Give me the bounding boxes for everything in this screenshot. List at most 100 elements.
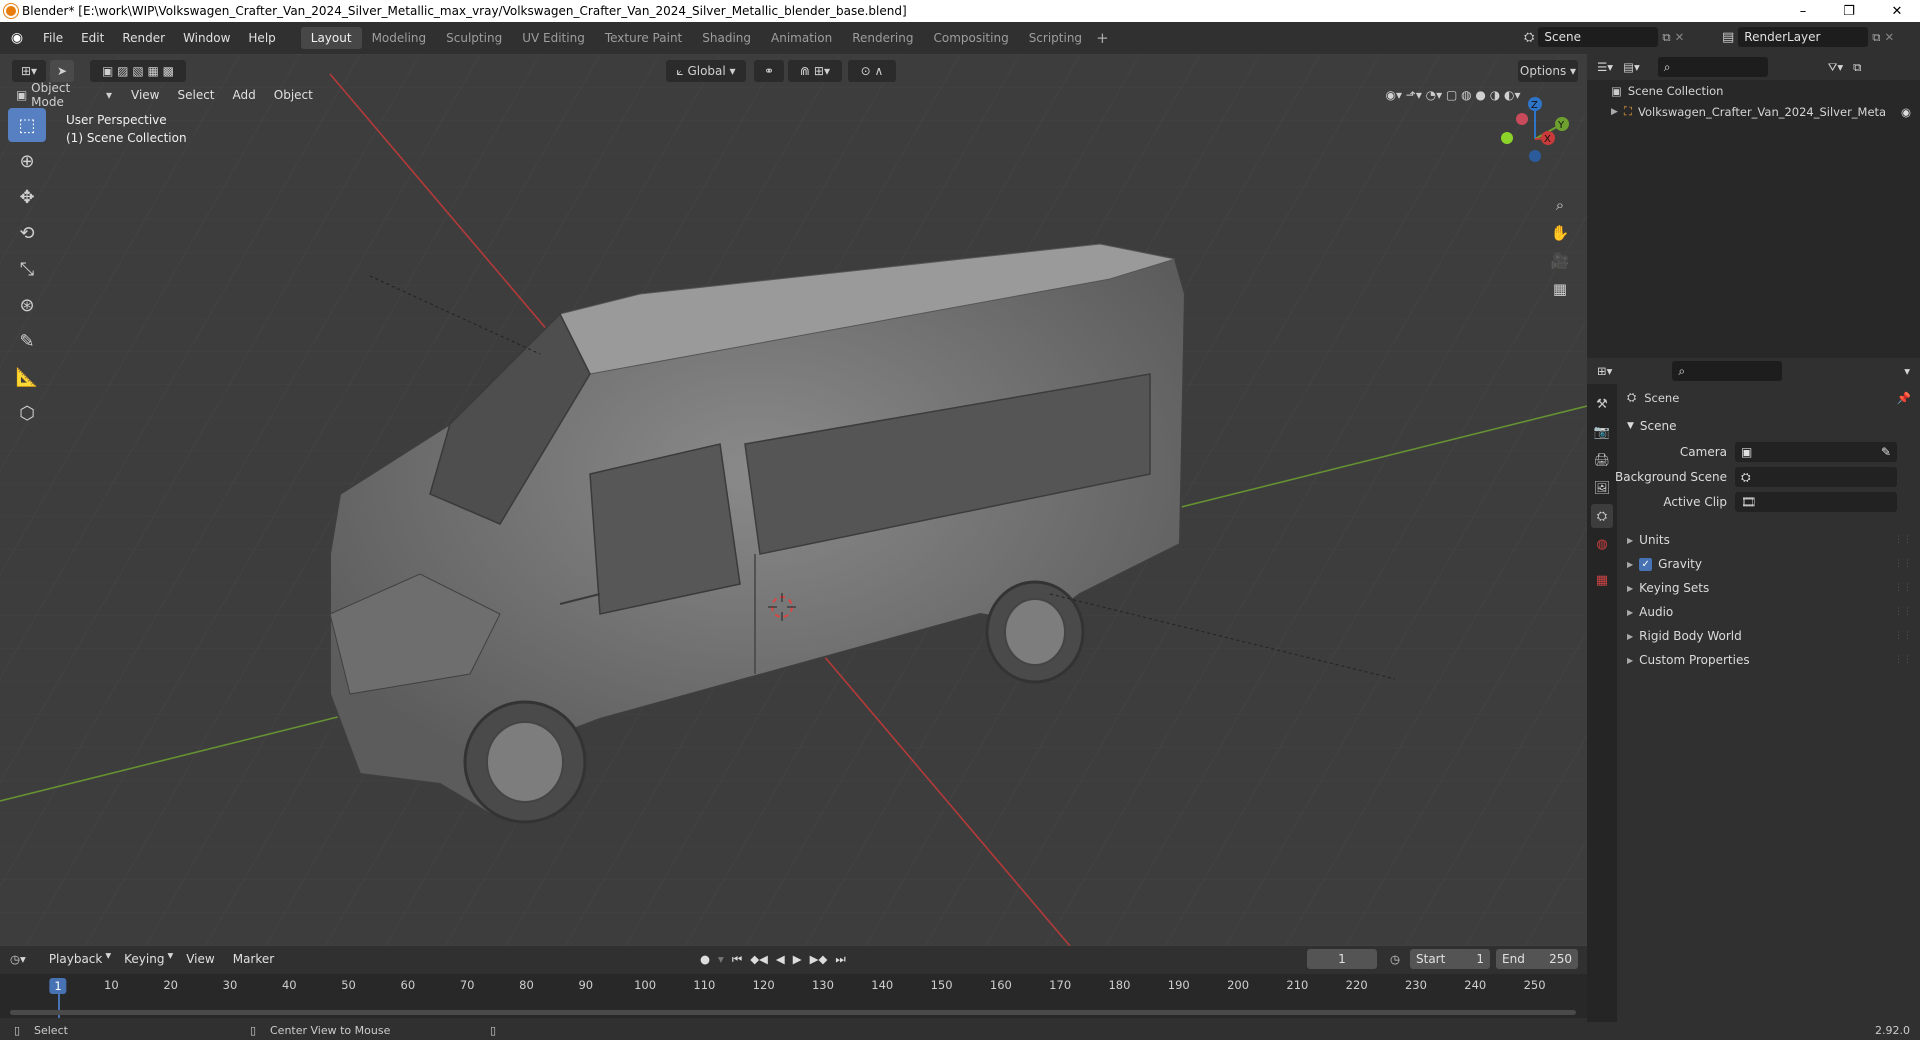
measure-tool[interactable]: 📐 [8, 360, 46, 394]
pan-hand-icon[interactable]: ✋ [1546, 219, 1574, 247]
drag-handle-icon[interactable]: ⋮⋮ [1894, 607, 1912, 617]
camera-view-icon[interactable]: 🎥 [1546, 247, 1574, 275]
record-icon[interactable]: ● [700, 952, 710, 966]
workspace-tab-shading[interactable]: Shading [692, 27, 761, 49]
timeline[interactable]: ◷▾ Playback ▾ Keying ▾ View Marker ● ▾ ⏮ ◆◀ ◀… [0, 946, 1587, 1026]
play-icon[interactable]: ▶ [793, 952, 802, 966]
properties-search-input[interactable]: ⌕ [1672, 361, 1783, 381]
eye-visibility-icon[interactable]: ◉ [1901, 105, 1911, 119]
current-frame-field[interactable]: 1 [1307, 949, 1377, 969]
workspace-tab-sculpting[interactable]: Sculpting [436, 27, 512, 49]
ortho-grid-icon[interactable]: ▦ [1546, 275, 1574, 303]
remove-renderlayer-icon[interactable]: ✕ [1885, 30, 1895, 44]
zoom-icon[interactable]: ⌕ [1546, 191, 1574, 219]
display-mode-icon[interactable]: ▤▾ [1623, 60, 1640, 74]
chevron-down-icon[interactable]: ▾ [718, 952, 724, 966]
options-dropdown[interactable]: Options ▾ [1518, 60, 1578, 82]
scene-field[interactable]: Scene [1538, 27, 1659, 47]
minimize-button[interactable]: – [1780, 0, 1826, 22]
background-scene-field[interactable]: ⛭ [1735, 467, 1897, 487]
pivot-point-button[interactable]: ⚭ [754, 60, 784, 82]
snap-button[interactable]: ⋒ ⊞▾ [788, 60, 842, 82]
workspace-tab-uv-editing[interactable]: UV Editing [512, 27, 595, 49]
drag-handle-icon[interactable]: ⋮⋮ [1894, 559, 1912, 569]
timeline-scrollbar[interactable] [10, 1010, 1576, 1015]
timeline-menu-playback[interactable]: Playback [40, 948, 112, 970]
scene-icon[interactable]: ⛭ [1524, 30, 1534, 45]
clock-editor-icon[interactable]: ◷▾ [10, 952, 26, 966]
drag-handle-icon[interactable]: ⋮⋮ [1894, 655, 1912, 665]
filter-icon[interactable]: ⛛▾ [1828, 60, 1843, 75]
blender-menu-icon[interactable]: ◉ [0, 30, 34, 46]
menu-edit[interactable]: Edit [72, 25, 113, 51]
remove-scene-icon[interactable]: ✕ [1675, 30, 1685, 44]
camera-field[interactable]: ▣ ✎ [1735, 442, 1897, 462]
jump-end-icon[interactable]: ⏭ [835, 952, 845, 967]
outliner-search-input[interactable]: ⌕ [1657, 57, 1768, 77]
editor-type-button[interactable]: ⊞▾ [12, 60, 46, 82]
play-reverse-icon[interactable]: ◀ [776, 952, 785, 966]
viewport-menu-add[interactable]: Add [224, 84, 265, 106]
close-button[interactable]: ✕ [1874, 0, 1920, 22]
outliner-item[interactable]: ▶ ⛶ Volkswagen_Crafter_Van_2024_Silver_M… [1611, 104, 1911, 119]
drag-handle-icon[interactable]: ⋮⋮ [1894, 583, 1912, 593]
workspace-tab-scripting[interactable]: Scripting [1019, 27, 1092, 49]
expand-arrow-icon[interactable]: ▶ [1611, 107, 1618, 117]
section-audio[interactable]: ▶ Audio ⋮⋮ [1587, 600, 1920, 624]
maximize-button[interactable]: ❐ [1826, 0, 1872, 22]
workspace-tab-texture-paint[interactable]: Texture Paint [595, 27, 692, 49]
drag-handle-icon[interactable]: ⋮⋮ [1894, 631, 1912, 641]
add-cube-tool[interactable]: ⬡ [8, 396, 46, 430]
timeline-menu-marker[interactable]: Marker [224, 948, 283, 970]
outliner-editor-icon[interactable]: ☰▾ [1597, 60, 1613, 74]
viewport-menu-object[interactable]: Object [265, 84, 322, 106]
select-box-tool[interactable]: ⬚ [8, 108, 46, 142]
section-units[interactable]: ▶ Units ⋮⋮ [1587, 528, 1920, 552]
3d-viewport[interactable]: ⊞▾ ➤ ▣ ▨ ▧ ▦ ▩ ⟀ Global ▾ ⚭ ⋒ ⊞▾ ⊙ ∧ Opt… [0, 54, 1587, 946]
rotate-tool[interactable]: ⟲ [8, 216, 46, 250]
transform-orientation-dropdown[interactable]: ⟀ Global ▾ [666, 60, 746, 82]
cursor-tool[interactable]: ⊕ [8, 144, 46, 178]
navigation-gizmo[interactable]: Z Y X [1490, 94, 1580, 184]
annotate-tool[interactable]: ✎ [8, 324, 46, 358]
scale-tool[interactable]: ⤡ [8, 252, 46, 286]
chevron-down-icon[interactable]: ▾ [105, 948, 111, 970]
mode-dropdown[interactable]: ▣ Object Mode ▾ [10, 81, 118, 109]
outliner[interactable]: ☰▾ ▤▾ ⌕ ⛛▾ ⧉ ▣ Scene Collection ▶ ⛶ Volk… [1587, 54, 1920, 358]
section-custom-properties[interactable]: ▶ Custom Properties ⋮⋮ [1587, 648, 1920, 672]
viewport-menu-select[interactable]: Select [168, 84, 223, 106]
end-frame-field[interactable]: End 250 [1496, 949, 1578, 969]
new-scene-icon[interactable]: ⧉ [1662, 30, 1670, 45]
timeline-menu-view[interactable]: View [177, 948, 223, 970]
workspace-tab-animation[interactable]: Animation [761, 27, 842, 49]
select-mode-button[interactable]: ➤ [50, 60, 74, 82]
menu-window[interactable]: Window [174, 25, 239, 51]
menu-render[interactable]: Render [113, 25, 174, 51]
tool-tab-icon[interactable]: ⚒ [1591, 392, 1613, 416]
gravity-checkbox[interactable]: ✓ [1639, 557, 1653, 571]
new-renderlayer-icon[interactable]: ⧉ [1872, 30, 1880, 45]
outliner-root[interactable]: ▣ Scene Collection [1611, 84, 1723, 98]
workspace-tab-compositing[interactable]: Compositing [923, 27, 1018, 49]
pin-icon[interactable]: 📌 [1897, 391, 1911, 405]
workspace-tab-modeling[interactable]: Modeling [362, 27, 437, 49]
active-clip-field[interactable]: 🎞 [1735, 492, 1897, 512]
new-collection-icon[interactable]: ⧉ [1853, 60, 1861, 75]
add-workspace-button[interactable]: + [1096, 29, 1109, 47]
transform-tool[interactable]: ⊛ [8, 288, 46, 322]
menu-help[interactable]: Help [239, 25, 284, 51]
workspace-tab-rendering[interactable]: Rendering [842, 27, 923, 49]
viewport-menu-view[interactable]: View [122, 84, 168, 106]
move-tool[interactable]: ✥ [8, 180, 46, 214]
chevron-down-icon[interactable]: ▾ [1904, 364, 1910, 378]
renderlayer-icon[interactable]: ▤ [1722, 30, 1734, 45]
chevron-down-icon[interactable]: ▾ [167, 948, 173, 970]
section-rigid-body-world[interactable]: ▶ Rigid Body World ⋮⋮ [1587, 624, 1920, 648]
scene-panel-header[interactable]: ▼ Scene [1587, 414, 1920, 438]
jump-start-icon[interactable]: ⏮ [732, 952, 742, 967]
prev-keyframe-icon[interactable]: ◆◀ [750, 952, 768, 966]
proportional-edit-button[interactable]: ⊙ ∧ [848, 60, 896, 82]
next-keyframe-icon[interactable]: ▶◆ [810, 952, 828, 966]
selection-modes[interactable]: ▣ ▨ ▧ ▦ ▩ [90, 60, 186, 82]
section-gravity[interactable]: ▶ ✓ Gravity ⋮⋮ [1587, 552, 1920, 576]
